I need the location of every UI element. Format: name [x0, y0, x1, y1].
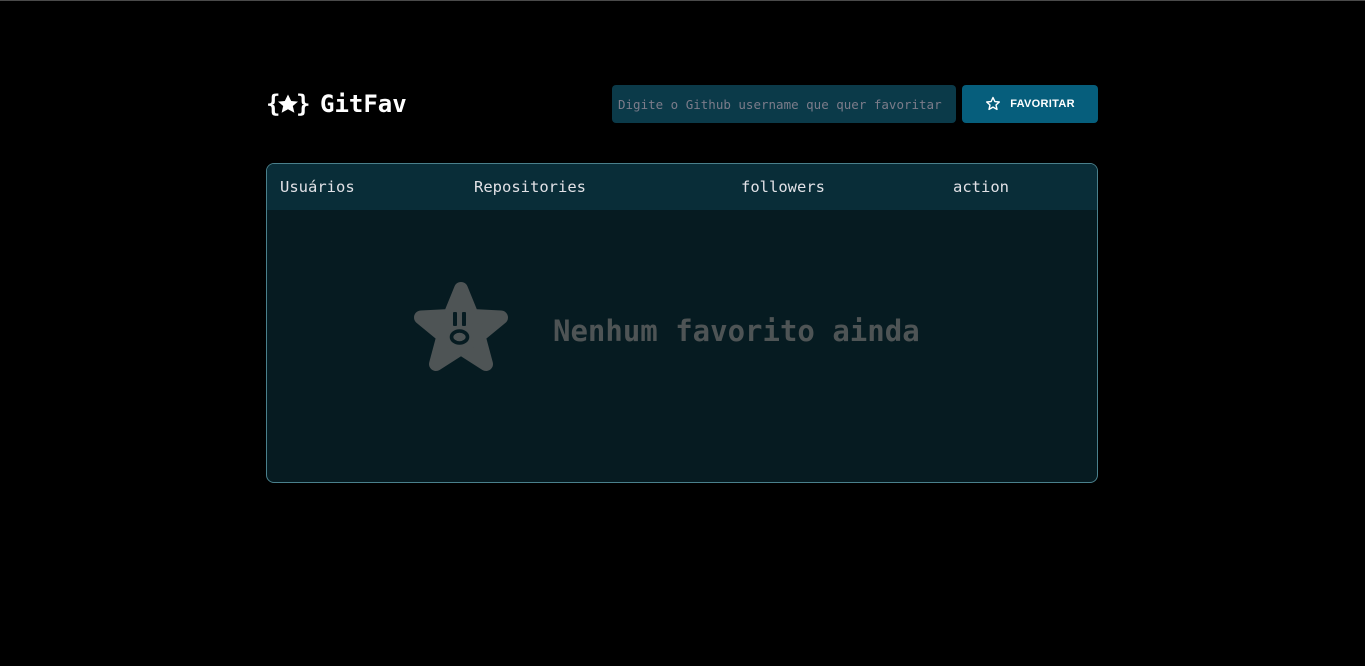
empty-state: Nenhum favorito ainda — [267, 210, 1097, 482]
window-top-border — [0, 0, 1365, 1]
table-header: Usuários Repositories followers action — [267, 164, 1097, 210]
logo: { } GitFav — [266, 89, 407, 119]
svg-text:{: { — [266, 90, 280, 118]
column-header-usuarios: Usuários — [280, 178, 355, 196]
favoritar-button-label: FAVORITAR — [1010, 98, 1075, 110]
search-input[interactable] — [612, 85, 956, 123]
column-header-repositories: Repositories — [474, 178, 586, 196]
column-header-action: action — [953, 178, 1009, 196]
app-title: GitFav — [320, 90, 407, 118]
column-header-followers: followers — [741, 178, 825, 196]
svg-text:}: } — [296, 90, 310, 118]
surprised-star-icon — [414, 282, 508, 371]
favoritar-button[interactable]: FAVORITAR — [962, 85, 1098, 123]
star-outline-icon — [986, 96, 1001, 111]
favorites-table: Usuários Repositories followers action N… — [266, 163, 1098, 483]
empty-state-message: Nenhum favorito ainda — [553, 314, 920, 348]
star-braces-icon: { } — [266, 90, 310, 118]
header: { } GitFav FAVORITAR — [266, 85, 1098, 123]
